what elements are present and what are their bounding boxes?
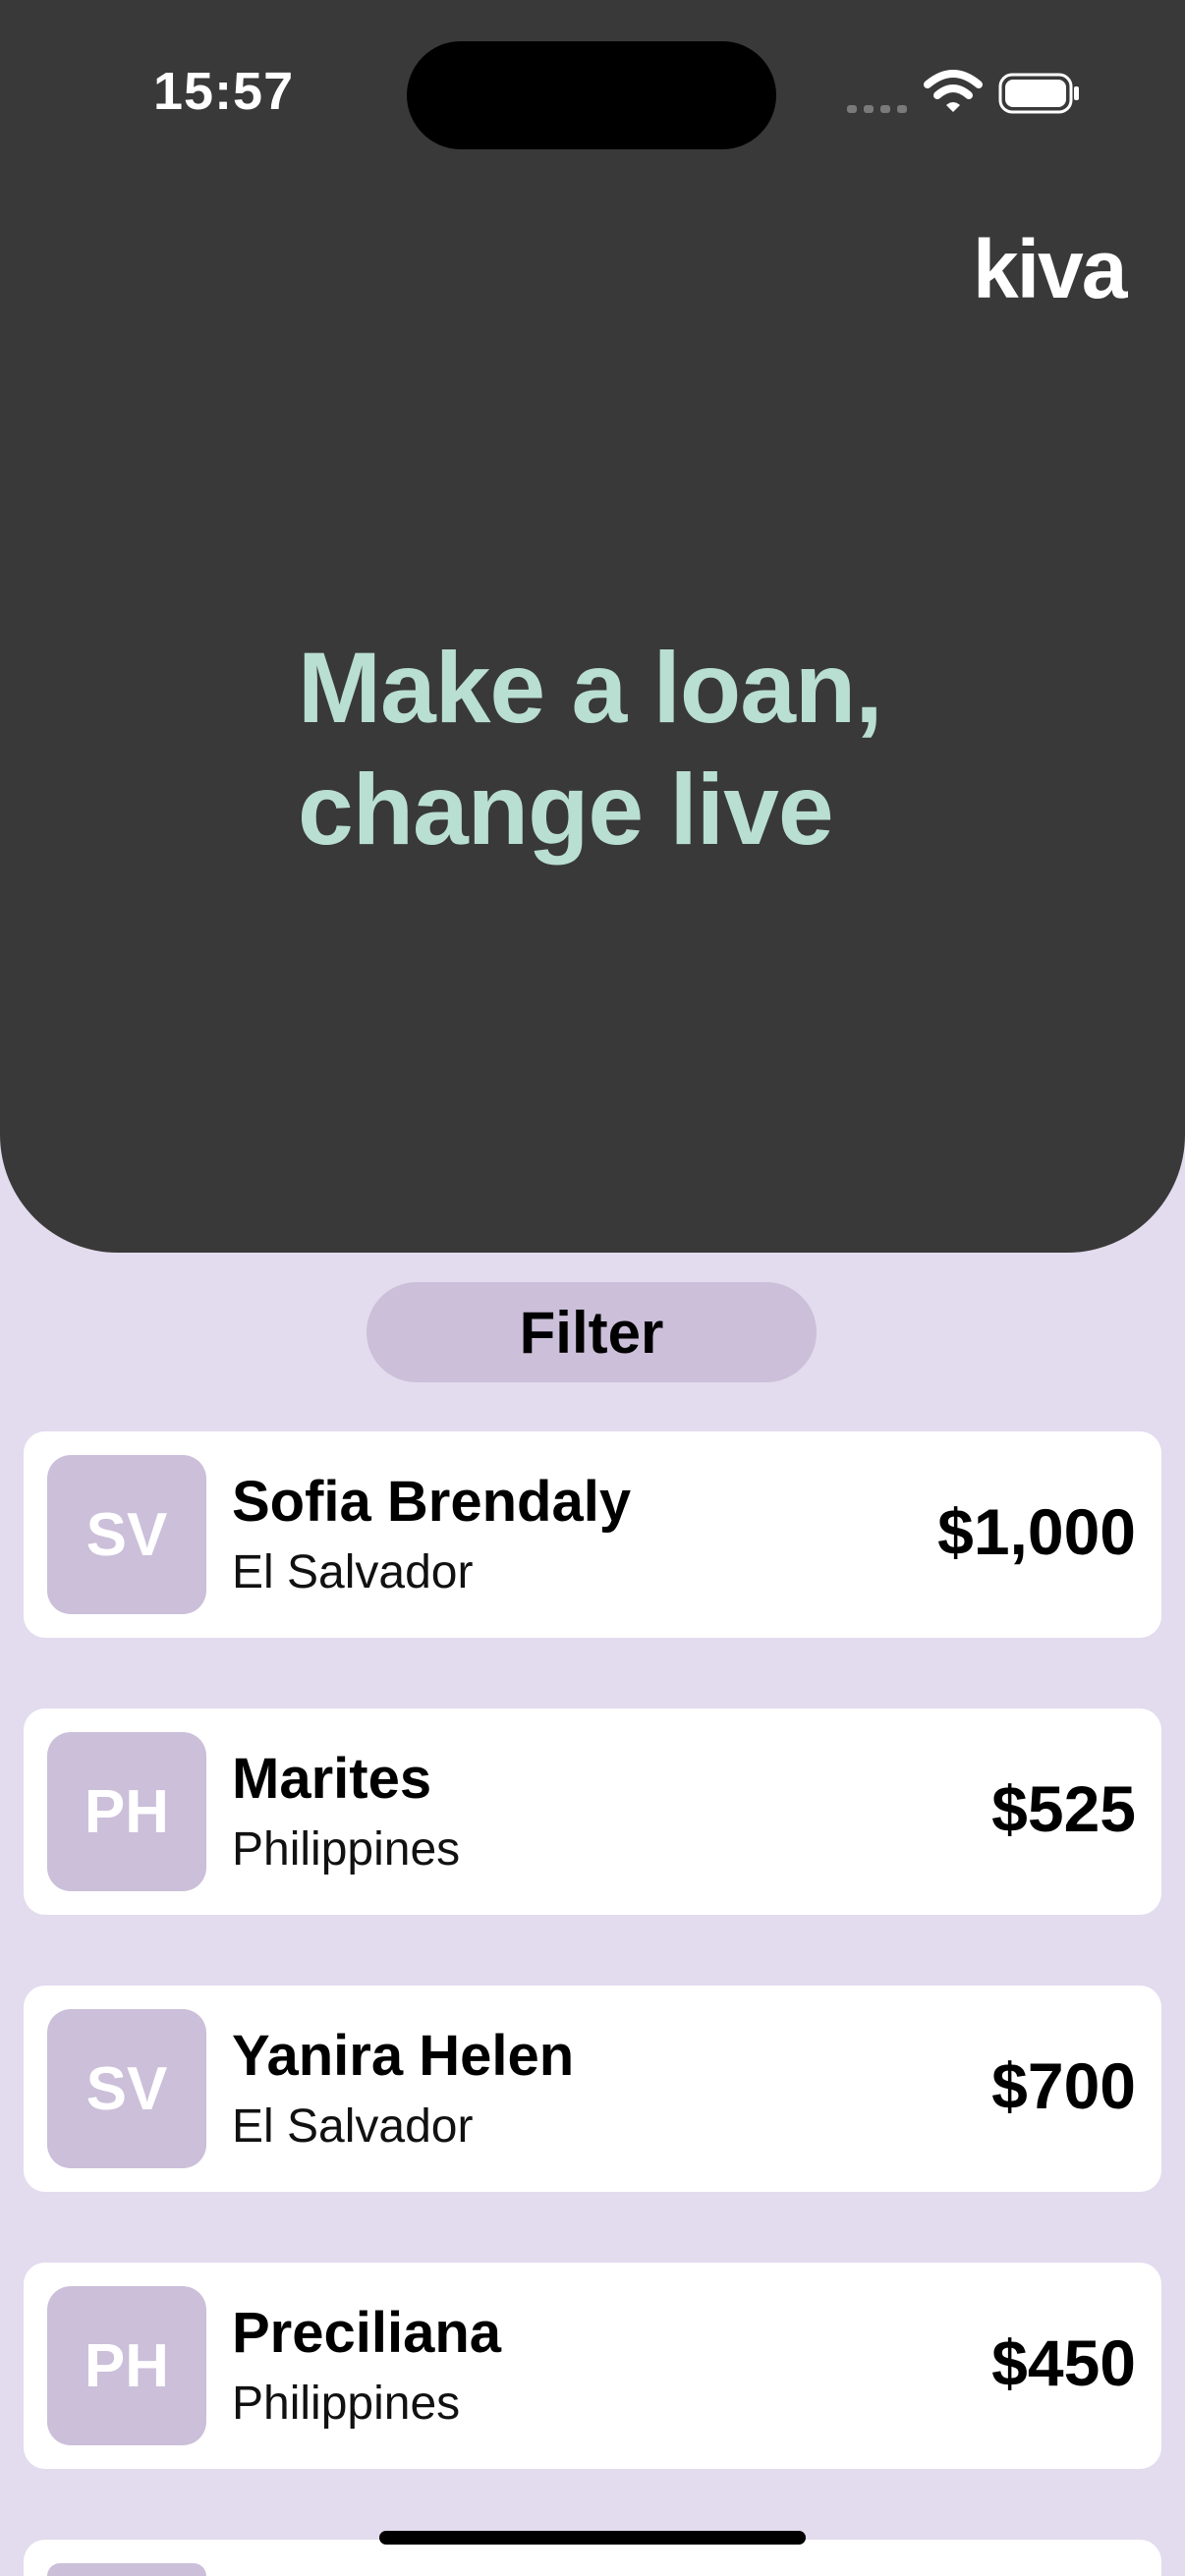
borrower-name: Marites bbox=[232, 1747, 432, 1811]
borrower-name: Yanira Helen bbox=[232, 2024, 575, 2088]
loan-amount: $1,000 bbox=[937, 1495, 1136, 1568]
country-badge-partial bbox=[47, 2563, 206, 2576]
country-badge: SV bbox=[47, 2009, 206, 2168]
borrower-country: El Salvador bbox=[232, 1546, 474, 1598]
loan-amount: $700 bbox=[991, 2049, 1136, 2122]
borrower-name: Sofia Brendaly bbox=[232, 1470, 632, 1534]
dynamic-island bbox=[407, 41, 776, 149]
wifi-icon bbox=[924, 70, 983, 112]
hero-header: 15:57 kiva Make a loan, change live bbox=[0, 0, 1185, 1253]
status-time: 15:57 bbox=[153, 62, 295, 121]
loan-card-partial[interactable] bbox=[24, 2540, 1161, 2576]
loan-card[interactable]: SV Yanira Helen El Salvador $700 bbox=[24, 1986, 1161, 2192]
loan-amount: $525 bbox=[991, 1772, 1136, 1845]
loan-amount: $450 bbox=[991, 2326, 1136, 2399]
kiva-logo: kiva bbox=[973, 223, 1127, 315]
loan-card[interactable]: PH Marites Philippines $525 bbox=[24, 1708, 1161, 1915]
loan-card[interactable]: SV Sofia Brendaly El Salvador $1,000 bbox=[24, 1431, 1161, 1638]
borrower-country: Philippines bbox=[232, 2378, 461, 2430]
loan-card[interactable]: PH Preciliana Philippines $450 bbox=[24, 2263, 1161, 2469]
cellular-signal-icon bbox=[847, 105, 907, 113]
borrower-name: Preciliana bbox=[232, 2301, 502, 2365]
country-badge: PH bbox=[47, 2286, 206, 2445]
filter-button[interactable]: Filter bbox=[367, 1282, 817, 1382]
borrower-country: El Salvador bbox=[232, 2100, 474, 2153]
hero-tagline: Make a loan, change live bbox=[298, 627, 986, 870]
country-badge: PH bbox=[47, 1732, 206, 1891]
tagline-line-1: Make a loan, bbox=[298, 632, 883, 744]
country-badge: SV bbox=[47, 1455, 206, 1614]
battery-icon bbox=[998, 73, 1079, 114]
home-indicator[interactable] bbox=[379, 2531, 806, 2545]
borrower-country: Philippines bbox=[232, 1823, 461, 1876]
tagline-line-2: change live bbox=[298, 754, 834, 866]
